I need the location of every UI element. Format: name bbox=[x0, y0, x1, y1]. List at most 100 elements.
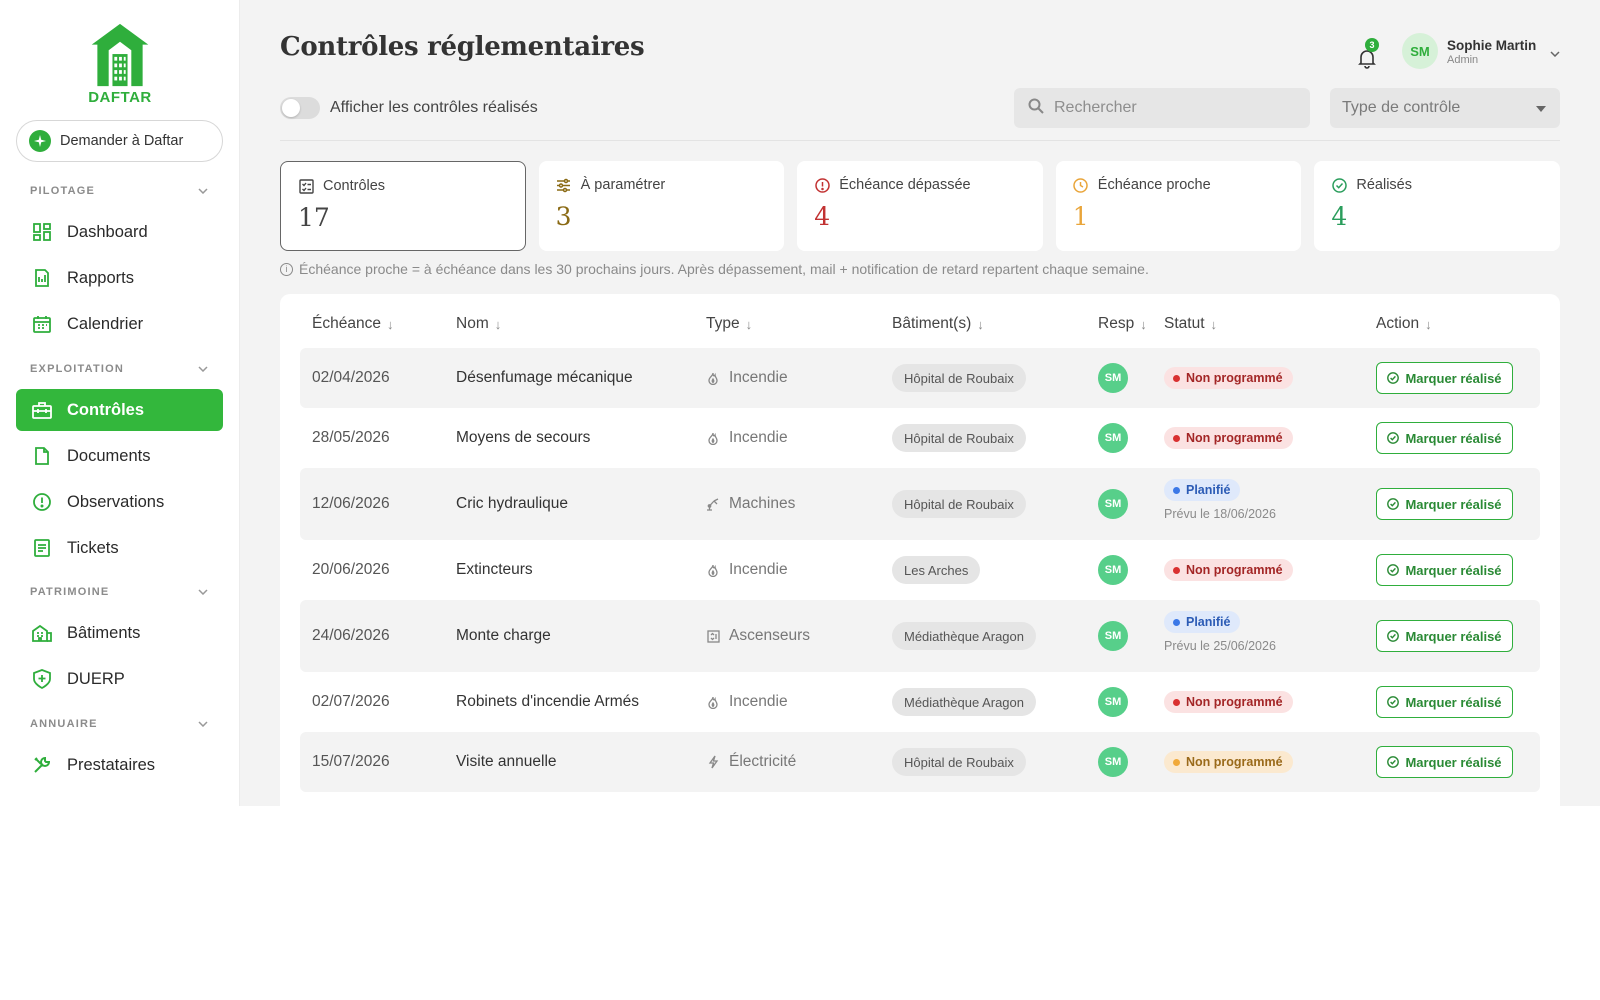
bolt-icon bbox=[706, 755, 720, 769]
mark-done-label: Marquer réalisé bbox=[1405, 370, 1502, 386]
sidebar-item-tickets[interactable]: Tickets bbox=[16, 527, 223, 569]
sidebar-item-label: DUERP bbox=[67, 669, 125, 688]
sidebar-item-calendrier[interactable]: Calendrier bbox=[16, 303, 223, 345]
table-row[interactable]: 15/07/2026 Visite annuelle Électricité Hôpi… bbox=[300, 732, 1540, 792]
sidebar-item-rapports[interactable]: Rapports bbox=[16, 257, 223, 299]
page-title: Contrôles réglementaires bbox=[280, 32, 645, 62]
sidebar-item-dashboard[interactable]: Dashboard bbox=[16, 211, 223, 253]
flame-icon bbox=[706, 371, 720, 385]
sidebar-item-label: Dashboard bbox=[67, 222, 148, 241]
check-circle-icon bbox=[1387, 696, 1400, 708]
table-row[interactable]: 02/04/2026 Désenfumage mécanique Incendie H… bbox=[300, 348, 1540, 408]
ask-daftar-label: Demander à Daftar bbox=[60, 133, 184, 149]
user-menu-chevron-icon[interactable] bbox=[1550, 44, 1560, 62]
mark-done-button[interactable]: Marquer réalisé bbox=[1376, 620, 1513, 652]
status-dot bbox=[1173, 758, 1180, 766]
row-type: Électricité bbox=[706, 752, 796, 772]
mark-done-button[interactable]: Marquer réalisé bbox=[1376, 422, 1513, 454]
sidebar-item-batiments[interactable]: Bâtiments bbox=[16, 612, 223, 654]
table-row[interactable]: 12/06/2026 Cric hydraulique Machines Hôpita… bbox=[300, 468, 1540, 540]
deadline-hint: i Échéance proche = à échéance dans les … bbox=[280, 261, 1149, 277]
table-row[interactable]: 20/06/2026 Extincteurs Incendie Les Arches S… bbox=[300, 540, 1540, 600]
status-label: Non programmé bbox=[1186, 371, 1283, 385]
sparkle-icon bbox=[29, 130, 51, 152]
card-a-parametrer[interactable]: À paramétrer 3 bbox=[538, 161, 785, 251]
search-box[interactable] bbox=[1014, 88, 1310, 128]
building-chip[interactable]: Hôpital de Roubaix bbox=[892, 748, 1026, 776]
card-realises[interactable]: Réalisés 4 bbox=[1314, 161, 1560, 251]
row-name[interactable]: Robinets d'incendie Armés bbox=[456, 692, 639, 712]
column-header-nom[interactable]: Nom ↓ bbox=[456, 315, 501, 333]
mark-done-button[interactable]: Marquer réalisé bbox=[1376, 488, 1513, 520]
sidebar-item-label: Contrôles bbox=[67, 400, 145, 419]
mark-done-button[interactable]: Marquer réalisé bbox=[1376, 554, 1513, 586]
toggle-knob bbox=[282, 99, 300, 117]
section-exploitation[interactable]: EXPLOITATION bbox=[30, 363, 208, 375]
user-avatar[interactable]: SM bbox=[1402, 33, 1438, 69]
sidebar-item-documents[interactable]: Documents bbox=[16, 435, 223, 477]
column-header-action[interactable]: Action ↓ bbox=[1376, 315, 1432, 333]
section-patrimoine[interactable]: PATRIMOINE bbox=[30, 586, 208, 598]
tools-icon bbox=[32, 755, 52, 775]
column-header-echeance[interactable]: Échéance ↓ bbox=[312, 315, 393, 333]
ask-daftar-button[interactable]: Demander à Daftar bbox=[16, 120, 223, 162]
row-type: Incendie bbox=[706, 692, 788, 712]
row-name[interactable]: Extincteurs bbox=[456, 560, 533, 580]
building-chip[interactable]: Médiathèque Aragon bbox=[892, 622, 1036, 650]
mark-done-button[interactable]: Marquer réalisé bbox=[1376, 686, 1513, 718]
card-controles[interactable]: Contrôles 17 bbox=[280, 161, 526, 251]
sidebar-item-duerp[interactable]: DUERP bbox=[16, 658, 223, 700]
building-chip[interactable]: Les Arches bbox=[892, 556, 981, 584]
card-value: 17 bbox=[298, 203, 330, 232]
section-pilotage[interactable]: PILOTAGE bbox=[30, 185, 208, 197]
user-name[interactable]: Sophie Martin bbox=[1447, 38, 1536, 53]
mark-done-button[interactable]: Marquer réalisé bbox=[1376, 362, 1513, 394]
row-name[interactable]: Désenfumage mécanique bbox=[456, 368, 633, 388]
sort-arrow-icon: ↓ bbox=[1425, 316, 1432, 332]
row-type: Ascenseurs bbox=[706, 626, 810, 646]
sidebar-item-label: Documents bbox=[67, 446, 151, 465]
stats-cards: Contrôles 17 À paramétrer 3 Échéance dép… bbox=[280, 161, 1560, 251]
building-chip[interactable]: Hôpital de Roubaix bbox=[892, 424, 1026, 452]
column-header-batiments[interactable]: Bâtiment(s) ↓ bbox=[892, 315, 984, 333]
row-type: Incendie bbox=[706, 560, 788, 580]
sort-arrow-icon: ↓ bbox=[494, 316, 502, 332]
row-name[interactable]: Moyens de secours bbox=[456, 428, 590, 448]
row-name[interactable]: Monte charge bbox=[456, 626, 551, 646]
responsible-avatar: SM bbox=[1098, 687, 1128, 717]
mark-done-label: Marquer réalisé bbox=[1405, 628, 1502, 644]
building-chip[interactable]: Hôpital de Roubaix bbox=[892, 364, 1026, 392]
document-icon bbox=[32, 446, 52, 466]
check-circle-icon bbox=[1387, 564, 1400, 576]
card-echeance-depassee[interactable]: Échéance dépassée 4 bbox=[797, 161, 1043, 251]
column-header-statut[interactable]: Statut ↓ bbox=[1164, 315, 1217, 333]
show-completed-toggle[interactable] bbox=[280, 97, 320, 119]
building-chip[interactable]: Médiathèque Aragon bbox=[892, 688, 1036, 716]
table-row[interactable]: 28/05/2026 Moyens de secours Incendie Hôpit… bbox=[300, 408, 1540, 468]
building-chip[interactable]: Hôpital de Roubaix bbox=[892, 490, 1026, 518]
sidebar-item-controles[interactable]: Contrôles bbox=[16, 389, 223, 431]
search-input[interactable] bbox=[1054, 99, 1294, 117]
row-name[interactable]: Visite annuelle bbox=[456, 752, 557, 772]
card-echeance-proche[interactable]: Échéance proche 1 bbox=[1055, 161, 1302, 251]
column-header-type[interactable]: Type ↓ bbox=[706, 315, 752, 333]
daftar-logo[interactable]: DAFTAR bbox=[85, 22, 155, 106]
row-date: 02/07/2026 bbox=[312, 693, 390, 710]
row-name[interactable]: Cric hydraulique bbox=[456, 494, 568, 514]
mark-done-button[interactable]: Marquer réalisé bbox=[1376, 746, 1513, 778]
type-filter-select[interactable]: Type de contrôle bbox=[1330, 88, 1560, 128]
status-dot bbox=[1173, 618, 1180, 626]
section-annuaire[interactable]: ANNUAIRE bbox=[30, 718, 208, 730]
show-completed-label: Afficher les contrôles réalisés bbox=[330, 99, 538, 116]
status-label: Non programmé bbox=[1186, 431, 1283, 445]
calendar-icon bbox=[32, 314, 52, 334]
mark-done-label: Marquer réalisé bbox=[1405, 496, 1502, 512]
sidebar-item-prestataires[interactable]: Prestataires bbox=[16, 744, 223, 786]
column-header-label: Échéance bbox=[312, 315, 381, 332]
responsible-avatar: SM bbox=[1098, 555, 1128, 585]
column-header-resp[interactable]: Resp ↓ bbox=[1098, 315, 1147, 333]
notification-count-badge: 3 bbox=[1365, 38, 1379, 52]
sidebar-item-observations[interactable]: Observations bbox=[16, 481, 223, 523]
table-row[interactable]: 24/06/2026 Monte charge Ascenseurs Médiathè… bbox=[300, 600, 1540, 672]
table-row[interactable]: 02/07/2026 Robinets d'incendie Armés Incen… bbox=[300, 672, 1540, 732]
